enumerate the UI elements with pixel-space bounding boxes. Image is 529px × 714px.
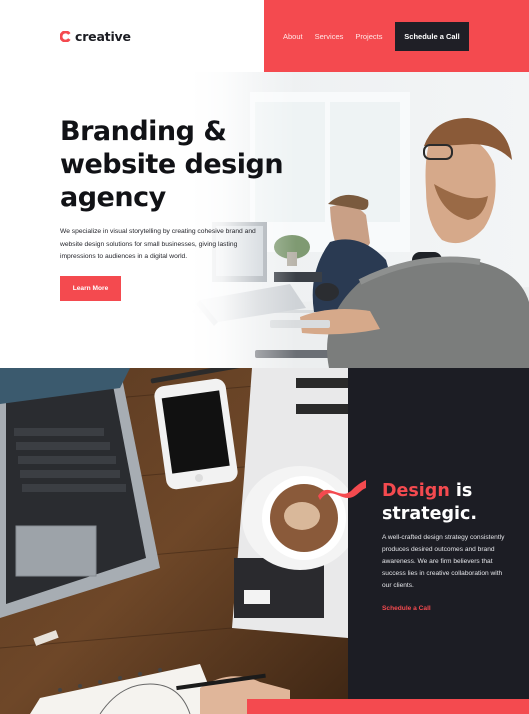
strategy-title-accent: Design: [382, 481, 450, 501]
nav-item-projects[interactable]: Projects: [355, 32, 382, 41]
logo-text: creative: [75, 29, 131, 44]
strategy-section: Design is strategic. A well-crafted desi…: [0, 368, 529, 714]
hero-section: Branding & website design agency We spec…: [0, 72, 529, 368]
schedule-call-link[interactable]: Schedule a Call: [382, 605, 431, 612]
bottom-accent-bar: [247, 699, 529, 714]
logo[interactable]: creative: [60, 29, 131, 44]
hero-title: Branding & website design agency: [60, 116, 284, 213]
nav-item-services[interactable]: Services: [315, 32, 344, 41]
site-header: creative About Services Projects Schedul…: [0, 0, 529, 72]
hero-description: We specialize in visual storytelling by …: [60, 228, 256, 260]
strategy-description: A well-crafted design strategy consisten…: [382, 534, 505, 589]
c-logo-icon: [60, 31, 71, 42]
nav-item-about[interactable]: About: [283, 32, 303, 41]
schedule-call-button[interactable]: Schedule a Call: [395, 22, 469, 51]
swoosh-decoration-icon: [318, 480, 366, 500]
learn-more-button[interactable]: Learn More: [60, 276, 121, 301]
strategy-title: Design is strategic.: [382, 480, 522, 526]
main-nav: About Services Projects: [283, 32, 382, 41]
desk-workspace-photo: [0, 368, 348, 714]
